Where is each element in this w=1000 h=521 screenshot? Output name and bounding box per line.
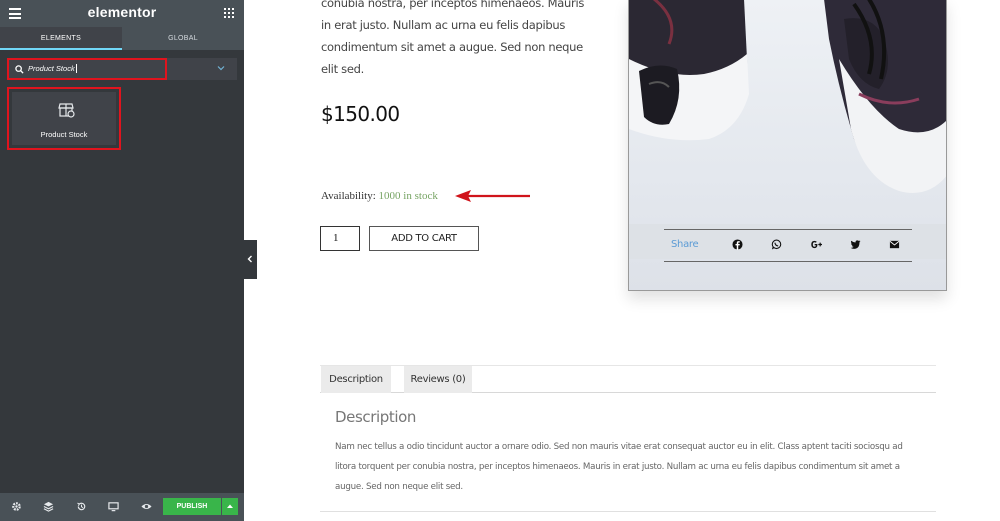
layers-icon[interactable] (43, 501, 54, 512)
product-image: Share (628, 0, 947, 291)
search-icon (15, 65, 24, 74)
whatsapp-icon[interactable] (771, 239, 782, 250)
publish-options-button[interactable] (222, 498, 238, 515)
share-bar: Share (664, 229, 912, 262)
history-icon[interactable] (76, 501, 87, 512)
facebook-icon[interactable] (732, 239, 743, 250)
search-input[interactable]: Product Stock (28, 64, 75, 73)
responsive-mode-icon[interactable] (108, 501, 119, 512)
chevron-down-icon[interactable] (217, 64, 225, 72)
panel-footer: PUBLISH (0, 493, 244, 521)
description-heading: Description (335, 408, 417, 426)
panel-tabs: ELEMENTS GLOBAL (0, 27, 244, 50)
product-stock-icon (58, 103, 75, 118)
stock-value: 1000 in stock (378, 190, 438, 202)
email-icon[interactable] (889, 239, 900, 250)
tab-global[interactable]: GLOBAL (122, 27, 244, 50)
tab-elements[interactable]: ELEMENTS (0, 27, 122, 50)
product-stock-widget[interactable]: Product Stock (7, 87, 121, 150)
panel-header: elementor (0, 0, 244, 27)
product-price: $150.00 (321, 102, 400, 126)
text-cursor (76, 64, 77, 73)
annotation-arrow (455, 190, 530, 202)
elementor-panel: elementor ELEMENTS GLOBAL Product Stock … (0, 0, 244, 521)
publish-button[interactable]: PUBLISH (163, 498, 221, 515)
share-label[interactable]: Share (671, 239, 699, 250)
widget-tile: Product Stock (12, 92, 116, 145)
product-short-description: conubia nostra, per inceptos himenaeos. … (321, 0, 585, 76)
section-divider (320, 511, 936, 512)
chevron-left-icon (247, 255, 252, 263)
widget-label: Product Stock (40, 130, 88, 139)
tab-description[interactable]: Description (321, 366, 391, 393)
settings-icon[interactable] (11, 501, 22, 512)
tab-reviews[interactable]: Reviews (0) (404, 366, 472, 393)
caret-up-icon (227, 504, 233, 508)
twitter-icon[interactable] (850, 239, 861, 250)
quantity-input[interactable]: 1 (320, 226, 360, 251)
availability-label: Availability: (321, 190, 376, 202)
add-to-cart-button[interactable]: ADD TO CART (369, 226, 479, 251)
elementor-logo: elementor (87, 4, 157, 20)
preview-eye-icon[interactable] (141, 501, 152, 512)
description-body: Nam nec tellus a odio tincidunt auctor a… (335, 442, 903, 492)
availability: Availability: 1000 in stock (321, 190, 438, 202)
apps-grid-icon[interactable] (224, 8, 234, 18)
collapse-panel-toggle[interactable] (244, 240, 257, 279)
google-plus-icon[interactable] (810, 239, 823, 250)
